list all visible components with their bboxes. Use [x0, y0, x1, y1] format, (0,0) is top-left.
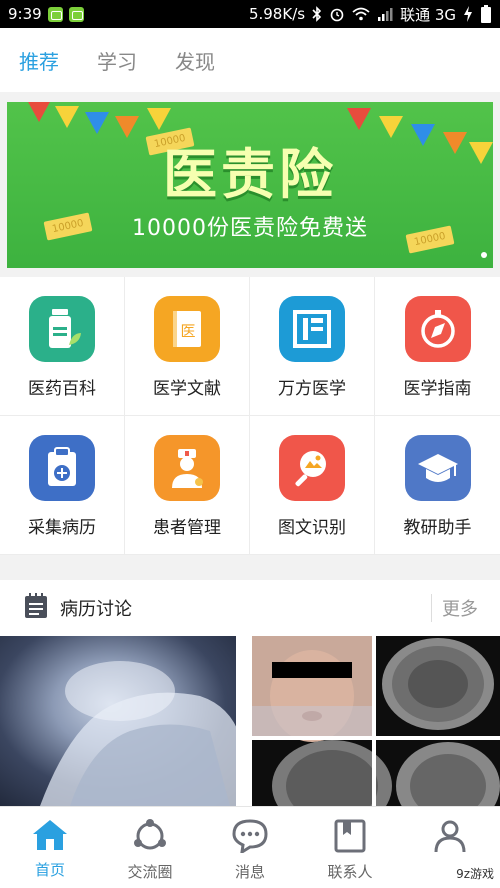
bunting-flag [55, 106, 79, 128]
grid-item-label: 医药百科 [28, 379, 96, 399]
doctor-icon [154, 435, 220, 501]
bluetooth-icon [312, 6, 322, 22]
image-search-icon [279, 435, 345, 501]
bunting-flag [347, 108, 371, 130]
notepad-icon [24, 593, 48, 623]
watermark: 9z游戏 [456, 867, 494, 881]
nav-home[interactable]: 首页 [0, 807, 100, 888]
grid-item-label: 图文识别 [278, 518, 346, 538]
battery-icon [480, 5, 492, 23]
home-icon [32, 819, 68, 855]
case-thumbnails [0, 636, 500, 806]
grid-item-wanfang-medical[interactable]: 万方医学 [250, 277, 375, 416]
section-title: 病历讨论 [60, 599, 132, 620]
grid-item-medical-guide[interactable]: 医学指南 [375, 277, 500, 416]
grid-item-teaching-assistant[interactable]: 教研助手 [375, 416, 500, 555]
nav-community[interactable]: 交流圈 [100, 807, 200, 888]
grid-item-label: 医学指南 [403, 379, 472, 399]
grid-item-label: 患者管理 [153, 518, 221, 538]
bottom-nav: 首页 交流圈 消息 联系人 9z游戏 [0, 806, 500, 888]
grid-item-label: 医学文献 [153, 379, 221, 399]
profile-icon [432, 819, 468, 857]
top-tab-bar: 推荐 学习 发现 [0, 28, 500, 92]
circle-community-icon [132, 819, 168, 857]
app-screen: 9:39 5.98K/s 联通 3G 推荐 学习 发现 10000 10000 … [0, 0, 500, 888]
nav-label: 联系人 [327, 863, 373, 881]
charging-icon [463, 6, 473, 22]
contacts-book-icon [332, 819, 368, 857]
tab-recommend[interactable]: 推荐 [19, 46, 59, 75]
status-time: 9:39 [8, 5, 42, 23]
document-book-icon: 医 [154, 296, 220, 362]
bunting-flag [27, 102, 51, 122]
status-bar: 9:39 5.98K/s 联通 3G [0, 0, 500, 28]
grid-item-medical-literature[interactable]: 医 医学文献 [125, 277, 250, 416]
grid-item-label: 教研助手 [403, 518, 472, 538]
wifi-icon [352, 7, 370, 21]
tab-study[interactable]: 学习 [97, 46, 137, 75]
grid-item-image-text-recognition[interactable]: 图文识别 [250, 416, 375, 555]
ct-scan-thumbnail[interactable] [252, 636, 500, 806]
grid-item-medicine-encyclopedia[interactable]: 医药百科 [0, 277, 125, 416]
chat-bubble-icon [232, 819, 268, 857]
network-speed: 5.98K/s [248, 5, 306, 23]
tab-discover[interactable]: 发现 [175, 46, 215, 75]
xray-thumbnail[interactable] [0, 636, 246, 806]
nav-label: 首页 [34, 861, 65, 879]
signal-icon [377, 7, 393, 21]
notification-app-icon-2 [68, 6, 84, 22]
grid-item-collect-records[interactable]: 采集病历 [0, 416, 125, 555]
alarm-icon [329, 6, 345, 22]
promo-banner[interactable]: 10000 10000 10000 医责险 10000份医责险免费送 [7, 102, 493, 268]
grid-item-patient-management[interactable]: 患者管理 [125, 416, 250, 555]
compass-icon [404, 296, 471, 362]
carousel-indicator [481, 252, 487, 258]
nav-messages[interactable]: 消息 [200, 807, 300, 888]
carrier-label: 联通 3G [400, 5, 456, 24]
case-discussion-header: 病历讨论 更多 [0, 580, 500, 636]
graduation-cap-icon [404, 435, 471, 501]
svg-text:医: 医 [180, 322, 195, 340]
banner-title: 医责险 [163, 143, 337, 206]
nav-contacts[interactable]: 联系人 [300, 807, 400, 888]
banner-subtitle: 10000份医责险免费送 [132, 216, 368, 241]
notification-app-icon [47, 6, 63, 22]
nav-label: 消息 [234, 863, 265, 881]
nav-label: 交流圈 [127, 863, 173, 881]
clipboard-plus-icon [29, 435, 95, 501]
grid-item-label: 采集病历 [28, 518, 96, 538]
grid-item-label: 万方医学 [278, 379, 346, 399]
more-link[interactable]: 更多 [442, 595, 478, 621]
wanfang-logo-icon [279, 296, 345, 362]
bunting-flag [147, 108, 171, 130]
medicine-bottle-icon [29, 296, 95, 362]
feature-grid: 医药百科 医 医学文献 万方医学 医学指南 采集病历 患者管理 图文识别 教研助… [0, 277, 500, 555]
divider [431, 594, 432, 622]
